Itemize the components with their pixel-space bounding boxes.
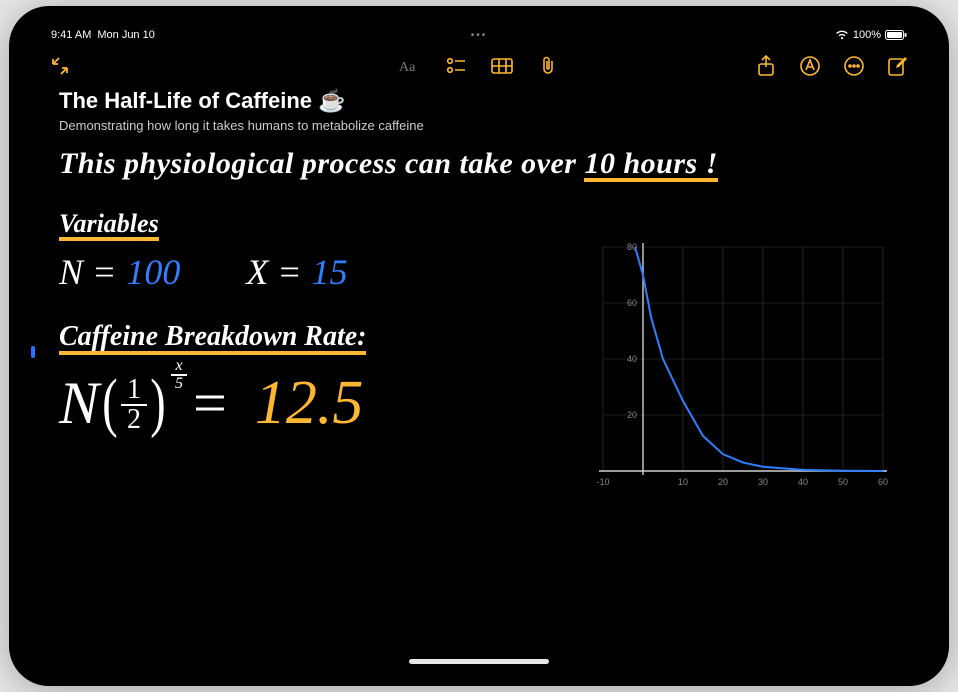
hw-main-a: This physiological process can take over (59, 147, 584, 180)
compose-icon[interactable] (887, 55, 909, 77)
hw-n-sym: N = (59, 251, 116, 293)
hw-exp-den: 5 (171, 376, 187, 392)
hw-eq-x: X = 15 (246, 251, 347, 293)
collapse-icon[interactable] (49, 55, 71, 77)
ipad-frame: 9:41 AM Mon Jun 10 ••• 100% (9, 6, 949, 686)
home-indicator[interactable] (409, 659, 549, 664)
more-icon[interactable] (843, 55, 865, 77)
hw-main-line: This physiological process can take over… (59, 147, 899, 181)
share-icon[interactable] (755, 55, 777, 77)
svg-text:20: 20 (627, 410, 637, 420)
svg-text:Aa: Aa (399, 60, 416, 75)
status-left: 9:41 AM Mon Jun 10 (51, 29, 155, 41)
hw-x-val: 15 (312, 251, 348, 293)
svg-text:60: 60 (878, 477, 888, 487)
text-style-icon[interactable]: Aa (399, 55, 421, 77)
battery-percent: 100% (853, 29, 881, 41)
hw-main-b: 10 hours ! (584, 147, 717, 182)
svg-text:20: 20 (718, 477, 728, 487)
hw-rate-label: Caffeine Breakdown Rate: (59, 321, 366, 355)
hw-eq-n: N = 100 (59, 251, 180, 293)
decay-graph: -1010203040506020406080 (563, 237, 893, 497)
hw-exp-num: x (171, 358, 186, 376)
note-header: The Half-Life of Caffeine ☕️ Demonstrati… (31, 84, 927, 137)
coffee-emoji: ☕️ (318, 88, 345, 114)
status-bar: 9:41 AM Mon Jun 10 ••• 100% (31, 22, 927, 44)
note-title-text: The Half-Life of Caffeine (59, 88, 312, 114)
toolbar: Aa (31, 44, 927, 84)
hw-half-den: 2 (121, 406, 147, 434)
svg-text:30: 30 (758, 477, 768, 487)
svg-text:50: 50 (838, 477, 848, 487)
multitask-dots[interactable]: ••• (471, 30, 488, 41)
hw-n-val: 100 (126, 251, 180, 293)
hw-x-sym: X = (246, 251, 301, 293)
hw-result: 12.5 (255, 368, 364, 439)
handwriting-canvas[interactable]: This physiological process can take over… (31, 137, 927, 635)
screen: 9:41 AM Mon Jun 10 ••• 100% (31, 22, 927, 670)
battery-icon (885, 30, 907, 40)
table-icon[interactable] (491, 55, 513, 77)
svg-text:60: 60 (627, 298, 637, 308)
markup-icon[interactable] (799, 55, 821, 77)
hw-variables-label: Variables (59, 209, 159, 241)
note-title[interactable]: The Half-Life of Caffeine ☕️ (59, 88, 899, 114)
status-date: Mon Jun 10 (97, 29, 154, 41)
status-time: 9:41 AM (51, 29, 91, 41)
checklist-icon[interactable] (445, 55, 467, 77)
svg-text:10: 10 (678, 477, 688, 487)
attachment-icon[interactable] (537, 55, 559, 77)
hw-formula: N ( 1 2 ) x 5 (59, 365, 366, 441)
hw-half-num: 1 (121, 376, 147, 406)
wifi-icon (835, 30, 849, 40)
hw-formula-n: N (59, 369, 99, 438)
svg-text:-10: -10 (596, 477, 609, 487)
status-right: 100% (835, 29, 907, 41)
svg-text:40: 40 (627, 354, 637, 364)
svg-text:40: 40 (798, 477, 808, 487)
hw-equals: = (193, 369, 227, 438)
note-subtitle[interactable]: Demonstrating how long it takes humans t… (59, 118, 899, 133)
